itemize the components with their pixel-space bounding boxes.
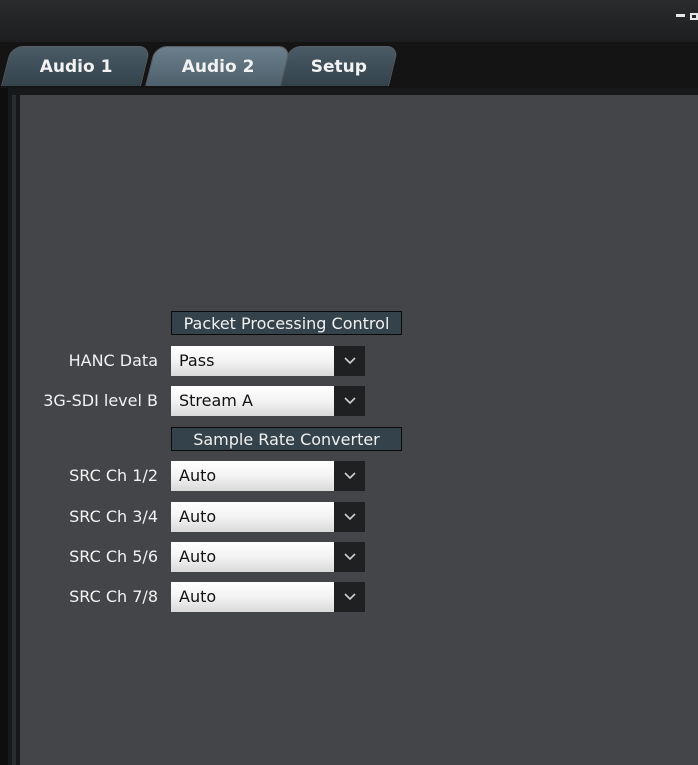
chevron-down-icon[interactable] — [334, 346, 365, 376]
title-bar — [0, 0, 698, 43]
src-ch-7-8-select[interactable]: Auto — [171, 582, 365, 612]
chevron-down-icon[interactable] — [334, 461, 365, 491]
src-ch-1-2-label: SRC Ch 1/2 — [69, 466, 158, 485]
chevron-down-icon[interactable] — [334, 386, 365, 416]
chevron-down-icon[interactable] — [334, 542, 365, 572]
packet-processing-header: Packet Processing Control — [171, 311, 402, 335]
tab-audio-2-label: Audio 2 — [181, 56, 255, 77]
src-ch-5-6-label: SRC Ch 5/6 — [69, 547, 158, 566]
src-ch-7-8-label: SRC Ch 7/8 — [69, 587, 158, 606]
src-ch-3-4-value: Auto — [171, 502, 334, 532]
src-ch-1-2-value: Auto — [171, 461, 334, 491]
sdi-level-b-label: 3G-SDI level B — [43, 391, 158, 410]
src-ch-5-6-select[interactable]: Auto — [171, 542, 365, 572]
tab-setup[interactable]: Setup — [279, 46, 399, 86]
sample-rate-converter-header: Sample Rate Converter — [171, 427, 402, 451]
hanc-data-value: Pass — [171, 346, 334, 376]
src-ch-5-6-value: Auto — [171, 542, 334, 572]
chevron-down-icon[interactable] — [334, 582, 365, 612]
sdi-level-b-value: Stream A — [171, 386, 334, 416]
tab-setup-label: Setup — [310, 56, 367, 77]
tab-audio-1[interactable]: Audio 1 — [1, 46, 151, 86]
src-ch-3-4-select[interactable]: Auto — [171, 502, 365, 532]
tab-bar: Audio 1 Setup Audio 2 — [0, 42, 698, 88]
hanc-data-label: HANC Data — [68, 351, 158, 370]
app-window: Audio 1 Setup Audio 2 Packet Processing … — [0, 0, 698, 765]
tab-audio-1-label: Audio 1 — [39, 56, 113, 77]
minimize-icon[interactable] — [676, 14, 685, 17]
src-ch-3-4-label: SRC Ch 3/4 — [69, 507, 158, 526]
panel-edge — [12, 95, 16, 765]
tab-audio-2[interactable]: Audio 2 — [145, 46, 291, 86]
hanc-data-select[interactable]: Pass — [171, 346, 365, 376]
src-ch-7-8-value: Auto — [171, 582, 334, 612]
chevron-down-icon[interactable] — [334, 502, 365, 532]
src-ch-1-2-select[interactable]: Auto — [171, 461, 365, 491]
sdi-level-b-select[interactable]: Stream A — [171, 386, 365, 416]
maximize-icon[interactable] — [690, 13, 698, 20]
